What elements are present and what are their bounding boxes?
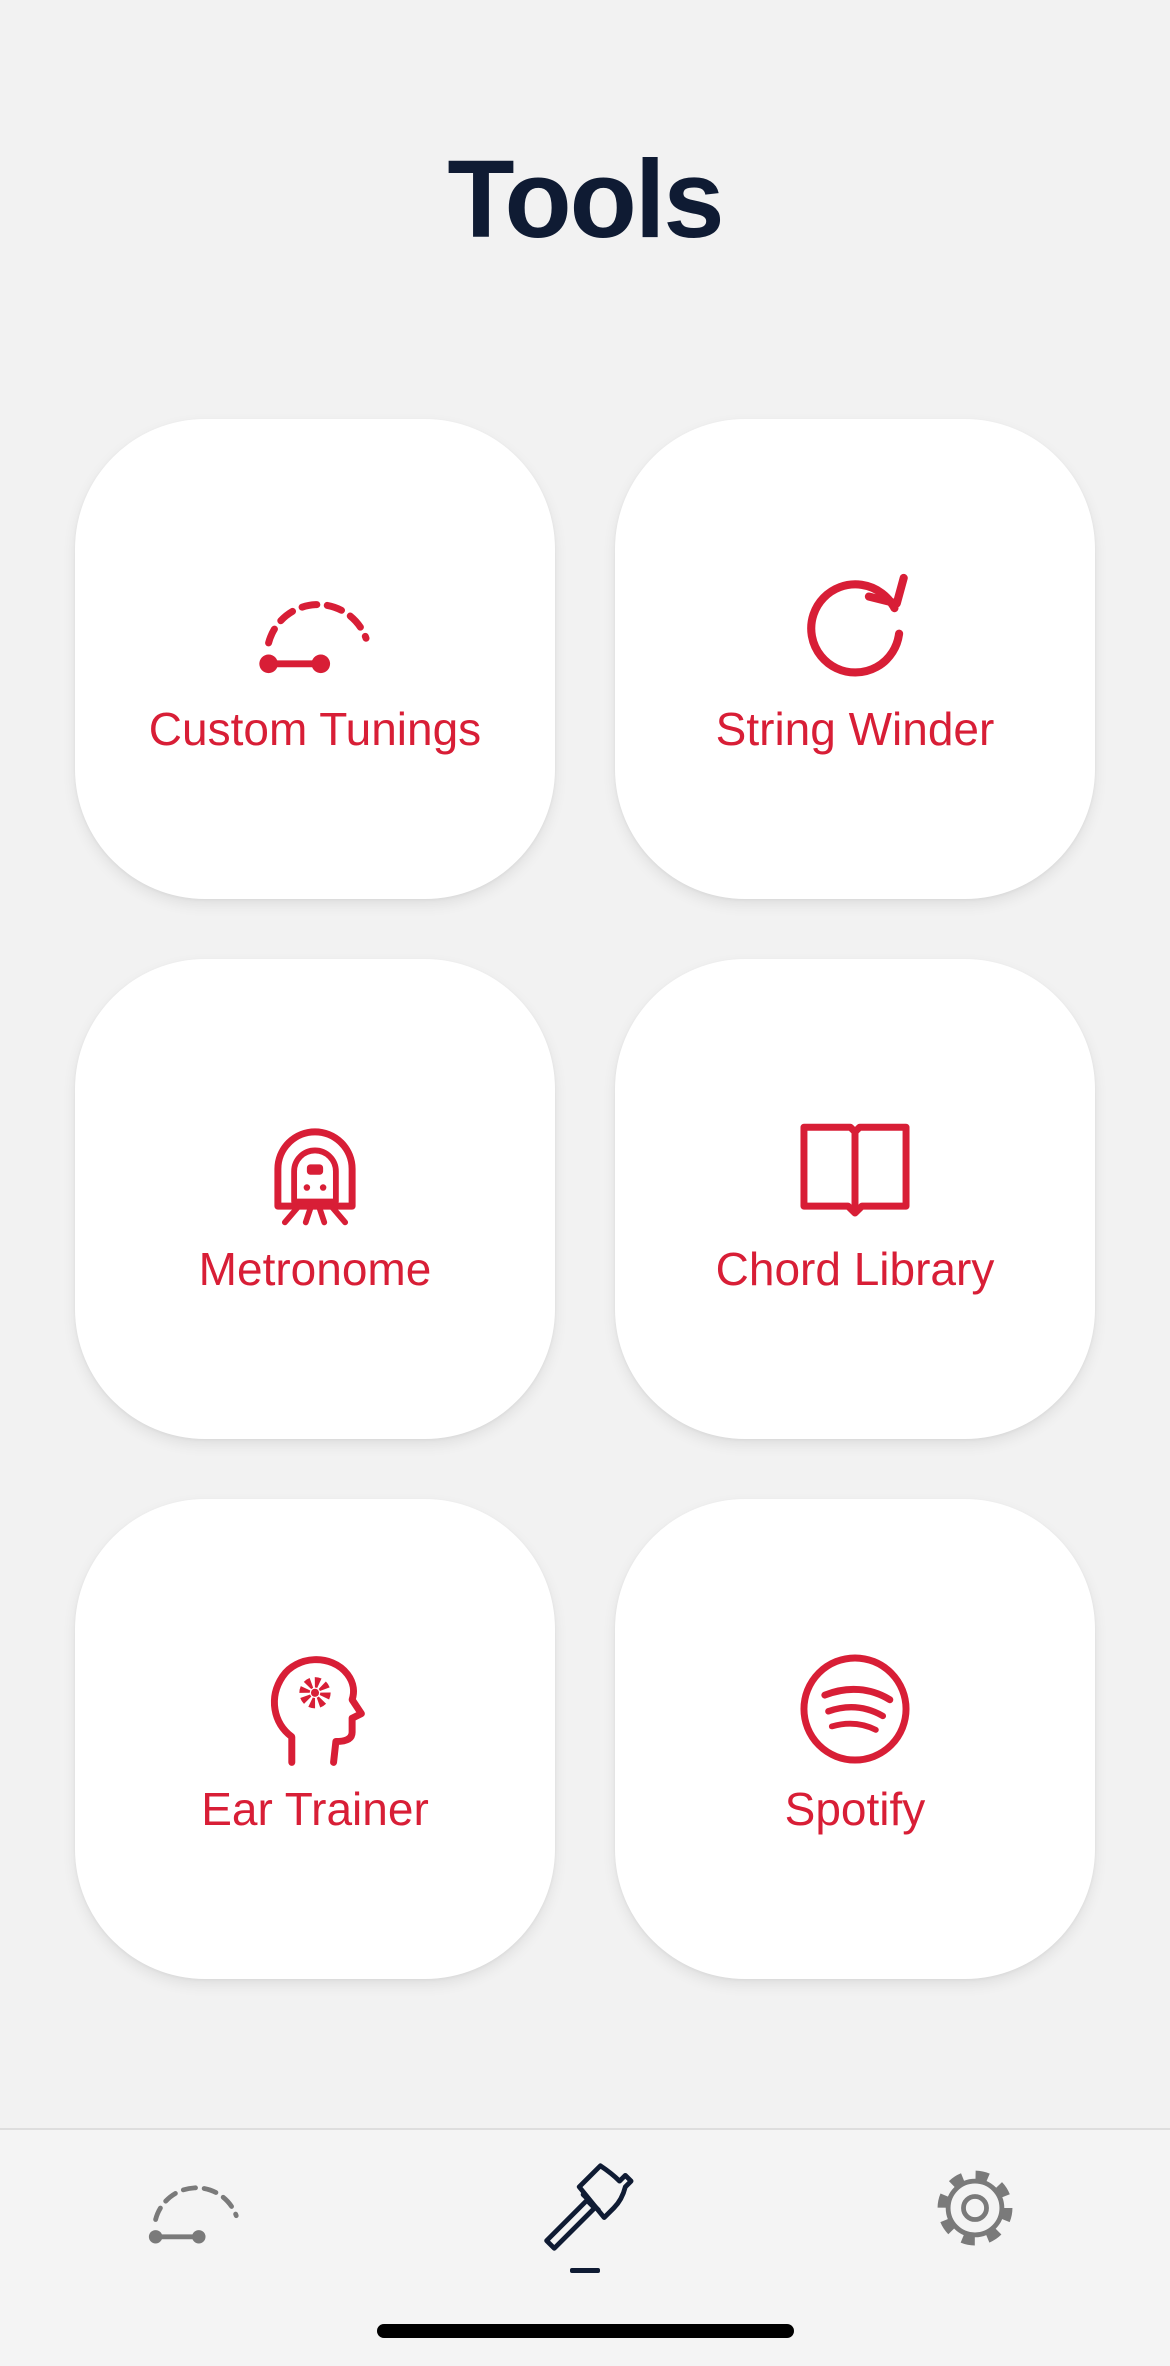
tuning-gauge-icon (75, 569, 555, 689)
tab-tools[interactable] (515, 2160, 655, 2300)
open-book-icon (615, 1109, 1095, 1229)
tab-tuner[interactable] (124, 2160, 264, 2300)
tools-grid: Custom Tunings String Winder Metronome C… (75, 419, 1095, 1979)
chord-library-tile[interactable]: Chord Library (615, 959, 1095, 1439)
rotate-clockwise-icon (615, 569, 1095, 689)
string-winder-tile[interactable]: String Winder (615, 419, 1095, 899)
tile-label: Spotify (784, 1783, 926, 1835)
hammer-icon (544, 2163, 634, 2251)
tab-settings[interactable] (905, 2160, 1045, 2300)
metronome-icon (75, 1109, 555, 1229)
spotify-icon (615, 1649, 1095, 1769)
tile-label: Ear Trainer (201, 1783, 429, 1835)
metronome-tile[interactable]: Metronome (75, 959, 555, 1439)
active-tab-indicator (570, 2268, 600, 2273)
head-gear-icon (75, 1649, 555, 1769)
spotify-tile[interactable]: Spotify (615, 1499, 1095, 1979)
tile-label: String Winder (715, 703, 995, 755)
home-indicator[interactable] (377, 2324, 794, 2338)
custom-tunings-tile[interactable]: Custom Tunings (75, 419, 555, 899)
gear-icon (937, 2170, 1013, 2246)
tuning-gauge-icon (148, 2185, 239, 2244)
tile-label: Metronome (198, 1243, 432, 1295)
ear-trainer-tile[interactable]: Ear Trainer (75, 1499, 555, 1979)
page-title: Tools (447, 138, 724, 261)
tile-label: Chord Library (715, 1243, 995, 1295)
tile-label: Custom Tunings (148, 703, 482, 755)
